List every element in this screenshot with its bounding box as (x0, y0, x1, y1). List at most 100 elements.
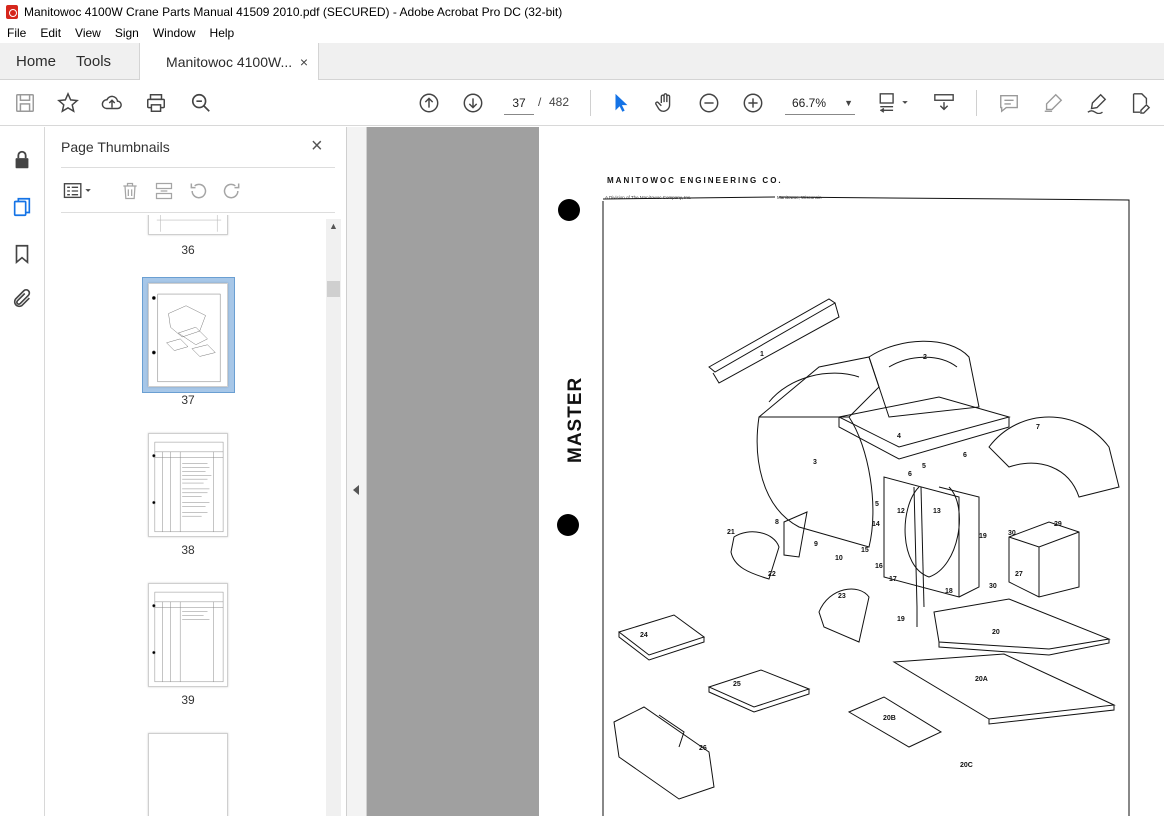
page-down-icon[interactable] (461, 91, 485, 115)
chevron-down-icon: ▼ (844, 97, 853, 108)
zoom-level-value: 66.7% (792, 95, 827, 110)
zoom-level-select[interactable]: 66.7% ▼ (785, 91, 855, 115)
part-label: 13 (933, 508, 941, 515)
part-label: 5 (875, 501, 879, 508)
part-label: 17 (889, 576, 897, 583)
rotate-right-icon[interactable] (221, 180, 243, 202)
acrobat-app-icon (6, 4, 18, 19)
part-label: 29 (1054, 521, 1062, 528)
thumbnail-list: 36 37 38 39 (45, 215, 325, 816)
panel-title: Page Thumbnails (61, 139, 170, 155)
close-tab-icon[interactable]: × (300, 54, 308, 70)
zoom-in-icon[interactable] (741, 91, 765, 115)
comment-icon[interactable] (997, 91, 1021, 115)
tab-home[interactable]: Home (0, 43, 72, 79)
select-arrow-icon[interactable] (609, 91, 633, 115)
scroll-mode-icon[interactable] (932, 91, 956, 115)
scrollbar-thumb[interactable] (327, 281, 340, 297)
part-label: 19 (897, 616, 905, 623)
edit-pdf-icon[interactable] (1128, 91, 1152, 115)
part-label: 16 (875, 563, 883, 570)
part-label: 20 (992, 629, 1000, 636)
part-label: 23 (838, 593, 846, 600)
left-navigation-rail (0, 127, 45, 816)
menu-sign[interactable]: Sign (115, 26, 139, 40)
thumbnail-page-39[interactable] (148, 583, 228, 687)
upload-icon[interactable] (100, 91, 124, 115)
part-label: 20C (960, 762, 973, 769)
thumbnail-label: 36 (181, 243, 195, 257)
menu-edit[interactable]: Edit (40, 26, 61, 40)
part-label: 25 (733, 681, 741, 688)
part-label: 20B (883, 715, 896, 722)
part-label: 18 (945, 588, 953, 595)
thumbnail-toolbar (61, 167, 335, 213)
menu-view[interactable]: View (75, 26, 101, 40)
highlight-icon[interactable] (1041, 91, 1065, 115)
menu-help[interactable]: Help (210, 26, 235, 40)
scroll-up-icon[interactable]: ▲ (329, 221, 338, 231)
close-panel-icon[interactable]: × (311, 135, 323, 158)
zoom-out-icon[interactable] (697, 91, 721, 115)
tab-bar: Home Tools Manitowoc 4100W... × (0, 43, 1164, 80)
delete-page-icon[interactable] (119, 180, 141, 202)
menu-file[interactable]: File (7, 26, 26, 40)
page-thumbnails-panel: Page Thumbnails × 36 37 38 39 ▲ (45, 127, 347, 816)
part-label: 5 (922, 463, 926, 470)
extract-page-icon[interactable] (153, 180, 175, 202)
part-label: 1 (760, 351, 764, 358)
pdf-page: MANITOWOC ENGINEERING CO. A Division of … (539, 127, 1164, 816)
part-label: 8 (775, 519, 779, 526)
thumbnail-page-38[interactable] (148, 433, 228, 537)
thumbnail-label: 37 (181, 393, 195, 407)
collapse-panel-icon[interactable] (353, 485, 359, 495)
menu-bar: File Edit View Sign Window Help (0, 23, 1164, 43)
thumbnail-page-36[interactable] (148, 215, 228, 235)
part-label: 21 (727, 529, 735, 536)
sign-icon[interactable] (1085, 91, 1109, 115)
title-bar: Manitowoc 4100W Crane Parts Manual 41509… (0, 0, 1164, 23)
thumbnail-page-40[interactable] (148, 733, 228, 816)
fit-page-icon[interactable] (876, 91, 912, 115)
thumbnail-label: 39 (181, 693, 195, 707)
bookmark-icon[interactable] (10, 242, 34, 266)
attachment-icon[interactable] (10, 287, 34, 311)
zoom-search-icon[interactable] (189, 91, 213, 115)
part-label: 4 (897, 433, 901, 440)
part-label: 15 (861, 547, 869, 554)
document-view[interactable]: MANITOWOC ENGINEERING CO. A Division of … (367, 127, 1164, 816)
part-label: 22 (768, 571, 776, 578)
toolbar-divider (590, 90, 591, 116)
part-label: 27 (1015, 571, 1023, 578)
part-label: 6 (963, 452, 967, 459)
part-label: 30 (989, 583, 997, 590)
page-up-icon[interactable] (417, 91, 441, 115)
window-title: Manitowoc 4100W Crane Parts Manual 41509… (24, 4, 563, 19)
page-number-input[interactable] (504, 91, 534, 115)
print-icon[interactable] (144, 91, 168, 115)
toolbar-divider (976, 90, 977, 116)
lock-icon[interactable] (10, 148, 34, 172)
thumbnail-scrollbar[interactable]: ▲ (326, 219, 341, 816)
bookmark-star-icon[interactable] (56, 91, 80, 115)
panel-collapse-strip[interactable] (347, 127, 367, 816)
pages-icon[interactable] (10, 195, 34, 219)
part-label: 9 (814, 541, 818, 548)
tab-document[interactable]: Manitowoc 4100W... × (139, 43, 320, 80)
tab-tools[interactable]: Tools (72, 43, 127, 79)
main-toolbar: / 482 66.7% ▼ (0, 80, 1164, 126)
part-label: 7 (1036, 424, 1040, 431)
total-pages: 482 (549, 95, 570, 109)
exploded-parts-drawing (602, 196, 1130, 816)
part-label: 26 (699, 745, 707, 752)
hand-icon[interactable] (653, 91, 677, 115)
rotate-left-icon[interactable] (187, 180, 209, 202)
part-label: 10 (835, 555, 843, 562)
thumbnail-options-icon[interactable] (61, 180, 97, 202)
part-label: 3 (813, 459, 817, 466)
thumbnail-page-37[interactable] (148, 283, 228, 387)
save-icon[interactable] (13, 91, 37, 115)
tab-document-label: Manitowoc 4100W... (166, 53, 293, 70)
menu-window[interactable]: Window (153, 26, 196, 40)
part-label: 12 (897, 508, 905, 515)
